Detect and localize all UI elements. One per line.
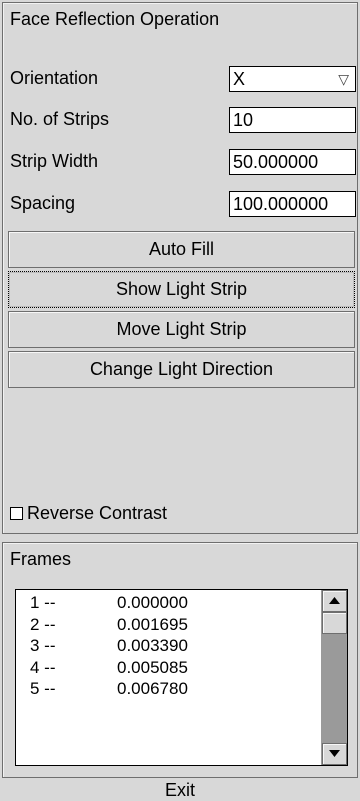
frames-listbox[interactable]: 1 -- 0.000000 2 -- 0.001695 3 -- 0.00339… bbox=[15, 589, 348, 766]
spacing-label: Spacing bbox=[10, 193, 76, 213]
frame-value: 0.000000 bbox=[117, 593, 188, 612]
arrow-up-icon bbox=[329, 597, 340, 604]
frame-index: 1 -- bbox=[30, 593, 56, 612]
triangle-down-icon: ▽ bbox=[338, 71, 349, 87]
operation-group: Face Reflection Operation Orientation X … bbox=[2, 2, 358, 534]
strips-label: No. of Strips bbox=[10, 109, 110, 129]
change-light-direction-button[interactable]: Change Light Direction bbox=[8, 351, 355, 388]
list-item[interactable]: 1 -- 0.000000 bbox=[16, 592, 322, 614]
strips-input[interactable]: 10 bbox=[229, 107, 356, 133]
frame-value: 0.001695 bbox=[117, 614, 188, 634]
list-item[interactable]: 5 -- 0.006780 bbox=[16, 678, 322, 700]
frames-list: 1 -- 0.000000 2 -- 0.001695 3 -- 0.00339… bbox=[16, 590, 322, 765]
frames-group: Frames 1 -- 0.000000 2 -- 0.001695 3 -- … bbox=[2, 542, 358, 778]
list-item[interactable]: 4 -- 0.005085 bbox=[16, 657, 322, 679]
list-item[interactable]: 2 -- 0.001695 bbox=[16, 614, 322, 636]
scroll-track[interactable] bbox=[322, 634, 347, 743]
auto-fill-button[interactable]: Auto Fill bbox=[8, 231, 355, 268]
operation-title: Face Reflection Operation bbox=[10, 9, 220, 29]
reverse-contrast-checkbox[interactable] bbox=[10, 507, 23, 520]
orientation-dropdown[interactable]: X ▽ bbox=[229, 66, 356, 92]
move-light-strip-button[interactable]: Move Light Strip bbox=[8, 311, 355, 348]
strip-width-label: Strip Width bbox=[10, 151, 99, 171]
frame-index: 2 -- bbox=[30, 614, 56, 634]
exit-button[interactable]: Exit bbox=[2, 779, 358, 801]
frames-title: Frames bbox=[10, 549, 72, 569]
orientation-value: X bbox=[233, 69, 246, 89]
frame-value: 0.003390 bbox=[117, 636, 188, 655]
reverse-contrast-option[interactable]: Reverse Contrast bbox=[10, 502, 167, 524]
frame-value: 0.006780 bbox=[117, 679, 188, 698]
face-reflection-panel: Face Reflection Operation Orientation X … bbox=[0, 0, 360, 801]
frame-index: 4 -- bbox=[30, 657, 56, 677]
reverse-contrast-label: Reverse Contrast bbox=[27, 503, 168, 523]
frame-value: 0.005085 bbox=[117, 657, 188, 677]
scroll-down-button[interactable] bbox=[322, 743, 347, 765]
list-item[interactable]: 3 -- 0.003390 bbox=[16, 635, 322, 657]
arrow-down-icon bbox=[329, 750, 340, 757]
frame-index: 5 -- bbox=[30, 679, 56, 698]
scroll-up-button[interactable] bbox=[322, 590, 347, 612]
scroll-thumb[interactable] bbox=[322, 612, 347, 634]
strip-width-input[interactable]: 50.000000 bbox=[229, 149, 356, 175]
spacing-input[interactable]: 100.000000 bbox=[229, 191, 356, 217]
frame-index: 3 -- bbox=[30, 636, 56, 655]
frames-scrollbar[interactable] bbox=[321, 590, 347, 765]
show-light-strip-button[interactable]: Show Light Strip bbox=[8, 271, 355, 308]
orientation-label: Orientation bbox=[10, 68, 99, 88]
